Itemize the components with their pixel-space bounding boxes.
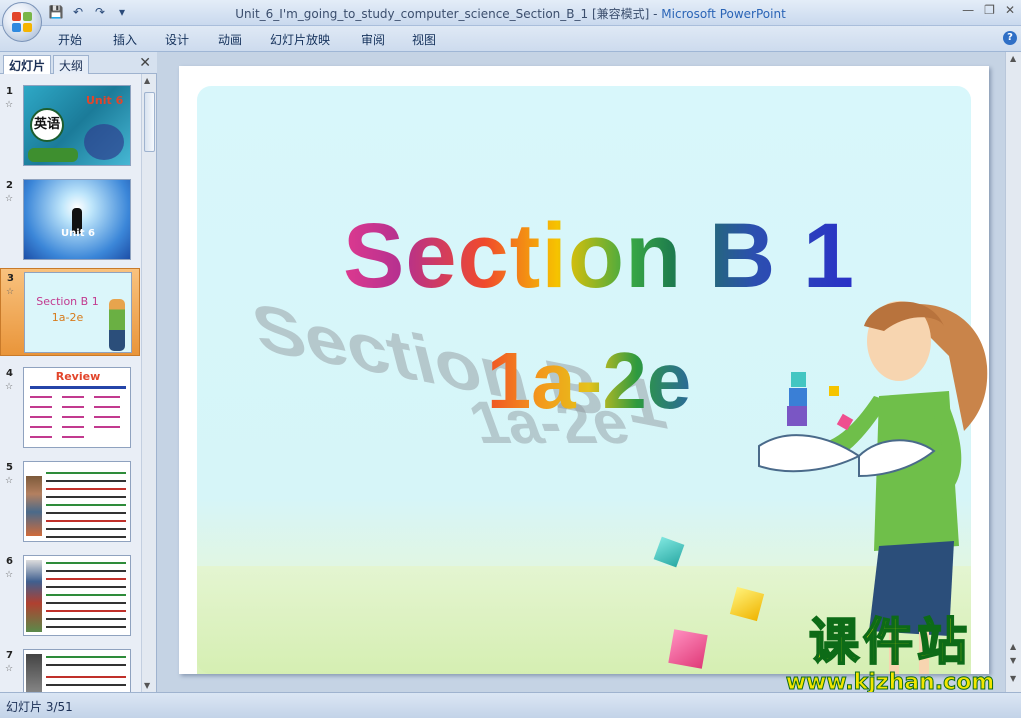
scroll-up-icon[interactable]: ▲: [144, 76, 150, 85]
thumbnail-image: Section B 1 1a-2e: [24, 272, 132, 353]
cube-shape: [791, 372, 806, 387]
thumb-line: [46, 562, 126, 564]
slide-number: 3: [7, 273, 14, 284]
thumb-line: [46, 656, 126, 658]
slide-subheading[interactable]: 1a-2e: [469, 336, 709, 426]
slide-indicator: 幻灯片 3/51: [6, 700, 73, 714]
floating-cube: [668, 629, 708, 669]
transition-icon: ☆: [5, 194, 14, 204]
transition-icon: ☆: [5, 570, 14, 580]
thumbnail-image: Review: [23, 367, 131, 448]
tab-slideshow[interactable]: 幻灯片放映: [270, 31, 330, 48]
slide-number: 4: [6, 368, 13, 379]
ribbon-tabs: 开始 插入 设计 动画 幻灯片放映 审阅 视图 ?: [0, 26, 1021, 52]
slide-number: 1: [6, 86, 13, 97]
slide-thumbnail[interactable]: 7 ☆: [0, 646, 140, 692]
slides-pane: 幻灯片 大纲 ✕ 1 ☆ 英语 Unit 6 2 ☆ Unit 6 3 ☆ Se…: [0, 52, 157, 692]
thumbnail-image: [23, 461, 131, 542]
thumb-line: [62, 396, 84, 398]
slide-thumbnail[interactable]: 6 ☆: [0, 552, 140, 640]
scroll-down-icon[interactable]: ▼: [144, 681, 150, 690]
thumb-line: [30, 386, 126, 389]
cube-shape: [787, 406, 807, 426]
transition-icon: ☆: [5, 664, 14, 674]
thumb-subtitle: 1a-2e: [51, 311, 84, 324]
thumb-figure: [109, 299, 125, 351]
thumb-figure: [84, 124, 124, 160]
thumbnail-image: [23, 649, 131, 692]
slide-number: 6: [6, 556, 13, 567]
slide-thumbnail[interactable]: 4 ☆ Review: [0, 364, 140, 452]
window-controls: — ❐ ✕: [962, 3, 1015, 17]
transition-icon: ☆: [5, 382, 14, 392]
slide-thumbnail[interactable]: 5 ☆: [0, 458, 140, 546]
slide-number: 5: [6, 462, 13, 473]
thumb-figure: [28, 148, 78, 162]
office-button[interactable]: [2, 2, 42, 42]
previous-slide-icon[interactable]: ▲: [1010, 642, 1016, 651]
tab-view[interactable]: 视图: [412, 31, 436, 48]
scrollbar-thumb[interactable]: [144, 92, 155, 152]
document-title: Unit_6_I'm_going_to_study_computer_scien…: [235, 7, 662, 21]
thumb-figure: [26, 560, 42, 632]
thumb-title: Section B 1: [36, 295, 99, 308]
watermark-cn: 课件站: [808, 613, 971, 671]
thumb-title: Unit 6: [61, 228, 95, 239]
thumb-line: [30, 396, 52, 398]
pane-tabs: 幻灯片 大纲 ✕: [0, 52, 157, 74]
thumb-badge: 英语: [30, 108, 64, 142]
status-bar: 幻灯片 3/51: [0, 692, 1021, 718]
thumbnail-image: Unit 6: [23, 179, 131, 260]
transition-icon: ☆: [6, 287, 15, 297]
thumb-title: Unit 6: [86, 94, 124, 107]
cube-shape: [829, 386, 839, 396]
current-slide[interactable]: Section B 1 Section B 1 1a-2e 1a-2e: [179, 66, 989, 674]
tab-animation[interactable]: 动画: [218, 31, 242, 48]
scroll-down-icon[interactable]: ▼: [1010, 674, 1016, 683]
transition-icon: ☆: [5, 100, 14, 110]
thumb-figure: [26, 476, 42, 536]
thumb-line: [46, 472, 126, 474]
slide-number: 7: [6, 650, 13, 661]
tab-design[interactable]: 设计: [165, 31, 189, 48]
office-logo-icon: [12, 12, 32, 32]
cube-shape: [789, 388, 807, 406]
transition-icon: ☆: [5, 476, 14, 486]
tab-outline[interactable]: 大纲: [53, 55, 90, 74]
next-slide-icon[interactable]: ▼: [1010, 656, 1016, 665]
tab-home[interactable]: 开始: [58, 31, 82, 48]
help-icon[interactable]: ?: [1003, 31, 1017, 45]
close-icon[interactable]: ✕: [1005, 3, 1015, 17]
slide-editor: Section B 1 Section B 1 1a-2e 1a-2e: [158, 52, 1004, 692]
slide-thumbnail[interactable]: 1 ☆ 英语 Unit 6: [0, 82, 140, 170]
thumb-title: Review: [55, 370, 101, 383]
window-title: Unit_6_I'm_going_to_study_computer_scien…: [0, 5, 1021, 22]
thumb-line: [94, 396, 120, 398]
thumbnail-list: 1 ☆ 英语 Unit 6 2 ☆ Unit 6 3 ☆ Section B 1: [0, 74, 140, 692]
maximize-icon[interactable]: ❐: [984, 3, 995, 17]
slide-thumbnail[interactable]: 2 ☆ Unit 6: [0, 176, 140, 264]
thumbnail-image: 英语 Unit 6: [23, 85, 131, 166]
title-bar: 💾 ↶ ↷ ▾ Unit_6_I'm_going_to_study_comput…: [0, 0, 1021, 26]
thumbnail-image: [23, 555, 131, 636]
close-pane-icon[interactable]: ✕: [139, 55, 151, 71]
site-watermark: 课件站 www.kjzhan.com: [770, 613, 1010, 696]
thumb-figure: [26, 654, 42, 692]
slide-number: 2: [6, 180, 13, 191]
tab-review[interactable]: 审阅: [361, 31, 385, 48]
thumbnail-scrollbar[interactable]: ▲ ▼: [141, 74, 156, 692]
app-name: Microsoft PowerPoint: [661, 7, 786, 21]
scroll-up-icon[interactable]: ▲: [1010, 54, 1016, 63]
tab-insert[interactable]: 插入: [113, 31, 137, 48]
slide-scrollbar[interactable]: ▲ ▲ ▼ ▼: [1005, 52, 1021, 692]
slide-thumbnail-selected[interactable]: 3 ☆ Section B 1 1a-2e: [0, 268, 140, 356]
tab-slides[interactable]: 幻灯片: [3, 55, 52, 74]
minimize-icon[interactable]: —: [962, 3, 974, 17]
